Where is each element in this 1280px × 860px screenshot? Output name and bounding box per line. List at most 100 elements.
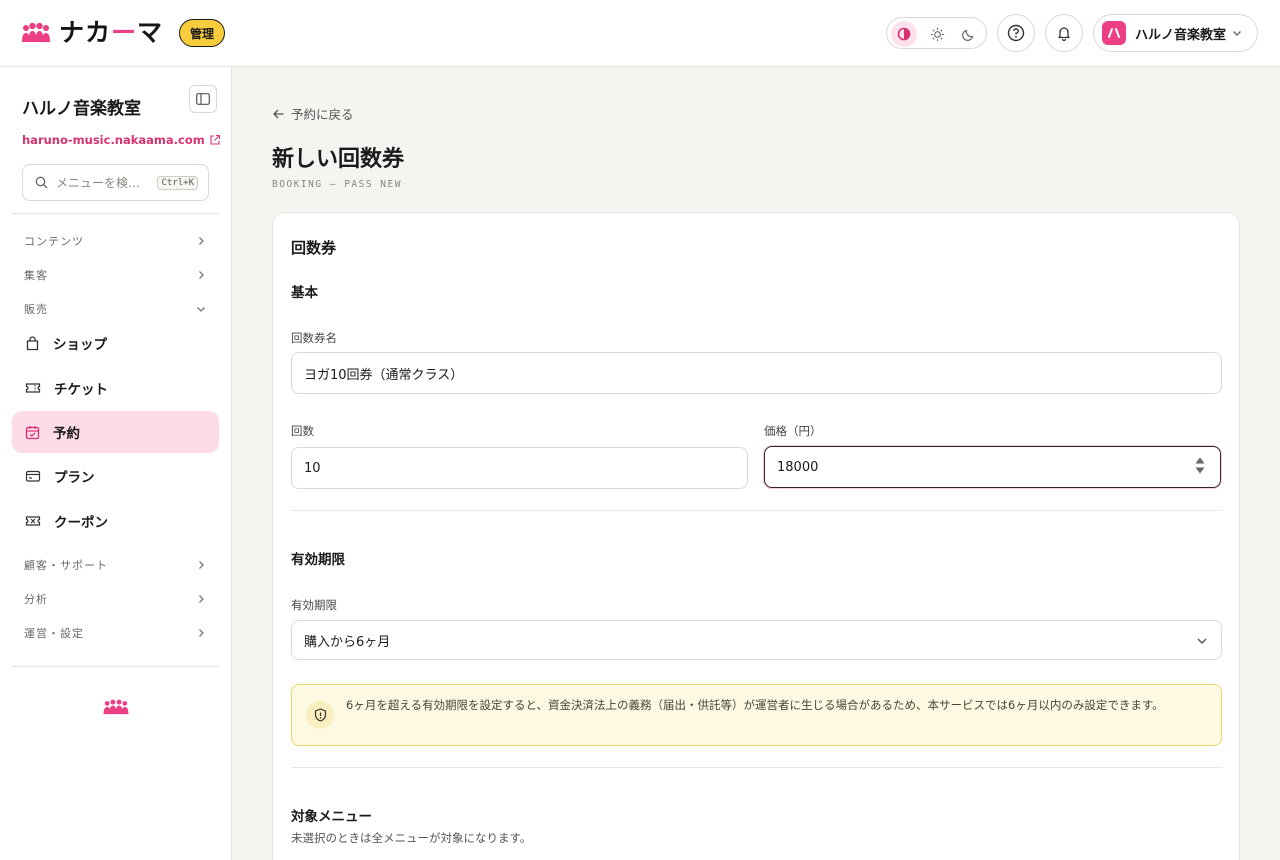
people-logo-icon bbox=[22, 22, 50, 42]
contrast-icon bbox=[897, 27, 911, 41]
nav-group-contents[interactable]: コンテンツ bbox=[12, 228, 219, 254]
price-label: 価格（円） bbox=[764, 424, 822, 438]
chevron-right-icon bbox=[199, 237, 204, 245]
price-stepper[interactable] bbox=[1195, 457, 1205, 474]
stepper-down-icon[interactable] bbox=[1195, 467, 1205, 474]
search-placeholder: メニューを検… bbox=[56, 176, 141, 190]
brand-logo[interactable]: ナカーマ bbox=[21, 19, 163, 47]
chevron-right-icon bbox=[199, 561, 204, 569]
nav-group-sales[interactable]: 販売 bbox=[12, 296, 219, 322]
help-button[interactable] bbox=[997, 14, 1035, 52]
validity-notice: 6ヶ月を超える有効期限を設定すると、資金決済法上の義務（届出・供託等）が運営者に… bbox=[291, 684, 1222, 746]
section-divider bbox=[291, 767, 1222, 768]
admin-badge: 管理 bbox=[179, 19, 225, 47]
nav-group-marketing[interactable]: 集客 bbox=[12, 262, 219, 288]
site-url-link[interactable]: haruno-music.nakaama.com bbox=[22, 133, 221, 147]
back-link-label: 予約に戻る bbox=[291, 107, 354, 122]
pass-name-label: 回数券名 bbox=[291, 331, 337, 345]
sidebar-item-label: 予約 bbox=[53, 426, 80, 442]
bell-icon bbox=[1058, 27, 1070, 41]
notifications-button[interactable] bbox=[1045, 14, 1083, 52]
nav-group-analytics[interactable]: 分析 bbox=[12, 586, 219, 612]
site-name: ハルノ音楽教室 bbox=[22, 99, 141, 119]
bag-icon bbox=[26, 335, 39, 350]
nav-group-label: 分析 bbox=[24, 593, 48, 606]
chevron-right-icon bbox=[199, 271, 204, 279]
footer-logo bbox=[102, 699, 130, 719]
account-name: ハルノ音楽教室 bbox=[1135, 27, 1227, 43]
sidebar-collapse-button[interactable] bbox=[189, 85, 217, 113]
theme-toggle bbox=[886, 17, 987, 49]
card-icon bbox=[25, 470, 41, 482]
price-input[interactable]: 18000 bbox=[764, 446, 1221, 488]
account-menu-button[interactable]: ハルノ音楽教室 bbox=[1093, 14, 1258, 52]
sidebar: ハルノ音楽教室 haruno-music.nakaama.com メニューを検…… bbox=[0, 67, 232, 860]
theme-dark-button[interactable] bbox=[956, 21, 982, 47]
stepper-up-icon[interactable] bbox=[1195, 457, 1205, 464]
site-url-text: haruno-music.nakaama.com bbox=[22, 133, 205, 147]
count-label: 回数 bbox=[291, 424, 314, 438]
pass-form-card: 回数券 基本 回数券名 ヨガ10回券（通常クラス） 回数 10 価格（円） 18… bbox=[272, 212, 1240, 860]
validity-label: 有効期限 bbox=[291, 598, 337, 612]
external-link-icon bbox=[210, 134, 220, 145]
sidebar-toggle-icon bbox=[196, 93, 210, 105]
chevron-right-icon bbox=[199, 629, 204, 637]
account-initial-icon bbox=[1108, 28, 1120, 38]
help-icon bbox=[1007, 24, 1025, 42]
count-value: 10 bbox=[304, 460, 321, 476]
target-menu-heading: 対象メニュー bbox=[291, 809, 372, 825]
section-divider bbox=[291, 510, 1222, 511]
moon-icon bbox=[962, 29, 974, 41]
sidebar-item-label: ショップ bbox=[53, 337, 107, 353]
validity-heading: 有効期限 bbox=[291, 552, 345, 568]
price-value: 18000 bbox=[777, 459, 819, 475]
chevron-down-icon bbox=[197, 307, 205, 312]
shield-alert-icon bbox=[306, 701, 334, 729]
arrow-left-icon bbox=[273, 109, 284, 118]
sidebar-item-coupon[interactable]: クーポン bbox=[12, 500, 219, 542]
nav-group-operations[interactable]: 運営・設定 bbox=[12, 620, 219, 646]
nav-group-label: 運営・設定 bbox=[24, 627, 84, 640]
pass-name-input[interactable]: ヨガ10回券（通常クラス） bbox=[291, 352, 1222, 394]
theme-light-button[interactable] bbox=[924, 21, 950, 47]
nav-group-customers[interactable]: 顧客・サポート bbox=[12, 552, 219, 578]
sidebar-item-plan[interactable]: プラン bbox=[12, 455, 219, 497]
coupon-icon bbox=[25, 516, 41, 526]
page-title: 新しい回数券 bbox=[272, 147, 405, 172]
sidebar-item-label: クーポン bbox=[54, 515, 108, 531]
chevron-right-icon bbox=[199, 595, 204, 603]
menu-search-input[interactable]: メニューを検… Ctrl+K bbox=[22, 164, 209, 201]
sidebar-divider bbox=[12, 213, 219, 214]
nav-group-label: コンテンツ bbox=[24, 235, 84, 248]
sidebar-item-shop[interactable]: ショップ bbox=[12, 322, 219, 364]
sidebar-item-booking[interactable]: 予約 bbox=[12, 411, 219, 453]
theme-system-button[interactable] bbox=[891, 21, 917, 47]
calendar-check-icon bbox=[25, 425, 40, 439]
nav-group-label: 販売 bbox=[24, 303, 48, 316]
people-logo-icon bbox=[103, 699, 129, 715]
basic-heading: 基本 bbox=[291, 285, 318, 301]
count-input[interactable]: 10 bbox=[291, 447, 748, 489]
brand-name: ナカーマ bbox=[59, 18, 164, 47]
notice-text: 6ヶ月を超える有効期限を設定すると、資金決済法上の義務（届出・供託等）が運営者に… bbox=[346, 698, 1164, 712]
sidebar-item-ticket[interactable]: チケット bbox=[12, 367, 219, 409]
sidebar-item-label: プラン bbox=[54, 470, 95, 486]
sidebar-item-label: チケット bbox=[54, 382, 108, 398]
nav-group-label: 顧客・サポート bbox=[24, 559, 108, 572]
search-icon bbox=[35, 176, 48, 189]
page-subtitle: BOOKING — PASS NEW bbox=[272, 179, 402, 190]
top-header: ナカーマ 管理 ハルノ音楽教室 bbox=[0, 0, 1280, 67]
chevron-down-icon bbox=[1197, 638, 1207, 644]
sidebar-divider bbox=[12, 666, 219, 667]
chevron-down-icon bbox=[1233, 31, 1241, 36]
ticket-icon bbox=[25, 383, 41, 393]
back-to-booking-link[interactable]: 予約に戻る bbox=[272, 104, 354, 123]
section-title: 回数券 bbox=[291, 239, 337, 257]
search-shortcut: Ctrl+K bbox=[157, 176, 198, 190]
pass-name-value: ヨガ10回券（通常クラス） bbox=[304, 367, 464, 383]
account-avatar bbox=[1102, 21, 1126, 45]
target-menu-hint: 未選択のときは全メニューが対象になります。 bbox=[291, 831, 532, 845]
nav-group-label: 集客 bbox=[24, 269, 48, 282]
validity-value: 購入から6ヶ月 bbox=[304, 634, 391, 650]
validity-select[interactable]: 購入から6ヶ月 bbox=[291, 620, 1222, 660]
